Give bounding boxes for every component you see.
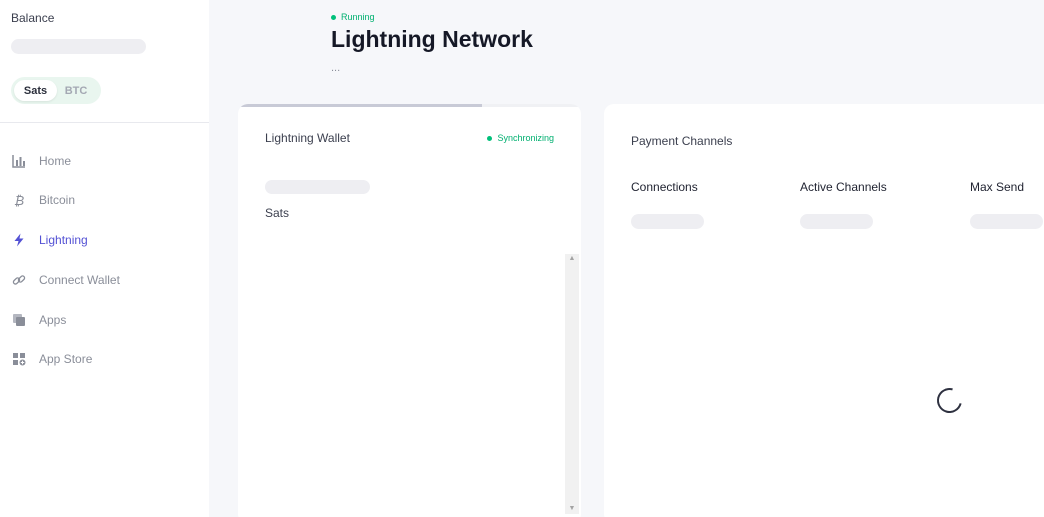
- stat-active-channels-label: Active Channels: [800, 180, 887, 194]
- stat-connections-label: Connections: [631, 180, 698, 194]
- transactions-scrollbar[interactable]: ▲ ▼: [565, 254, 579, 514]
- scroll-down-icon[interactable]: ▼: [565, 504, 579, 514]
- lightning-wallet-card: Lightning Wallet Synchronizing Sats ▲ ▼: [238, 104, 581, 517]
- wallet-unit-label: Sats: [265, 206, 290, 220]
- sidebar-item-apps[interactable]: Apps: [0, 305, 209, 335]
- sync-status: Synchronizing: [487, 133, 554, 143]
- stat-max-send-label: Max Send: [970, 180, 1025, 194]
- sidebar-item-label: Lightning: [39, 233, 88, 247]
- payment-channels-card: Payment Channels Connections Active Chan…: [604, 104, 1044, 517]
- sidebar-item-app-store[interactable]: App Store: [0, 344, 209, 374]
- sidebar-item-label: Apps: [39, 313, 67, 327]
- unit-btc-option[interactable]: BTC: [57, 80, 95, 101]
- sync-status-text: Synchronizing: [497, 133, 554, 143]
- wallet-balance-placeholder: [265, 180, 370, 194]
- sidebar-item-label: Connect Wallet: [39, 273, 120, 287]
- bitcoin-icon: ₿: [12, 193, 26, 207]
- page-subtitle: ...: [331, 62, 341, 74]
- stat-active-channels-placeholder: [800, 214, 873, 229]
- card-title: Lightning Wallet: [265, 131, 350, 145]
- sidebar: Balance Sats BTC Home ₿ Bitcoin Lightnin…: [0, 0, 209, 517]
- sidebar-divider: [0, 122, 209, 123]
- unit-toggle[interactable]: Sats BTC: [11, 77, 101, 104]
- scroll-up-icon[interactable]: ▲: [565, 254, 579, 264]
- bar-chart-icon: [12, 154, 26, 168]
- balance-label: Balance: [11, 11, 55, 25]
- app-store-icon: [12, 352, 26, 366]
- sidebar-item-label: Bitcoin: [39, 193, 76, 207]
- sidebar-item-lightning[interactable]: Lightning: [0, 225, 209, 255]
- svg-text:₿: ₿: [14, 194, 24, 207]
- stat-max-send-placeholder: [970, 214, 1043, 229]
- sync-progress-bar: [238, 104, 581, 107]
- card-title: Payment Channels: [631, 134, 733, 148]
- apps-icon: [12, 313, 26, 327]
- unit-sats-option[interactable]: Sats: [14, 80, 57, 101]
- lightning-bolt-icon: [12, 233, 26, 247]
- status-dot-icon: [487, 135, 493, 141]
- sidebar-item-label: Home: [39, 154, 72, 168]
- stat-connections-placeholder: [631, 214, 704, 229]
- balance-value-placeholder: [11, 39, 146, 54]
- status-dot-icon: [331, 14, 336, 20]
- sync-progress-fill: [238, 104, 482, 107]
- page-title: Lightning Network: [331, 26, 533, 52]
- status-text: Running: [341, 12, 375, 22]
- link-icon: [12, 273, 26, 287]
- sidebar-item-connect-wallet[interactable]: Connect Wallet: [0, 265, 209, 295]
- sidebar-item-home[interactable]: Home: [0, 146, 209, 176]
- sidebar-item-label: App Store: [39, 352, 93, 366]
- sidebar-item-bitcoin[interactable]: ₿ Bitcoin: [0, 185, 209, 215]
- app-status: Running: [331, 12, 375, 22]
